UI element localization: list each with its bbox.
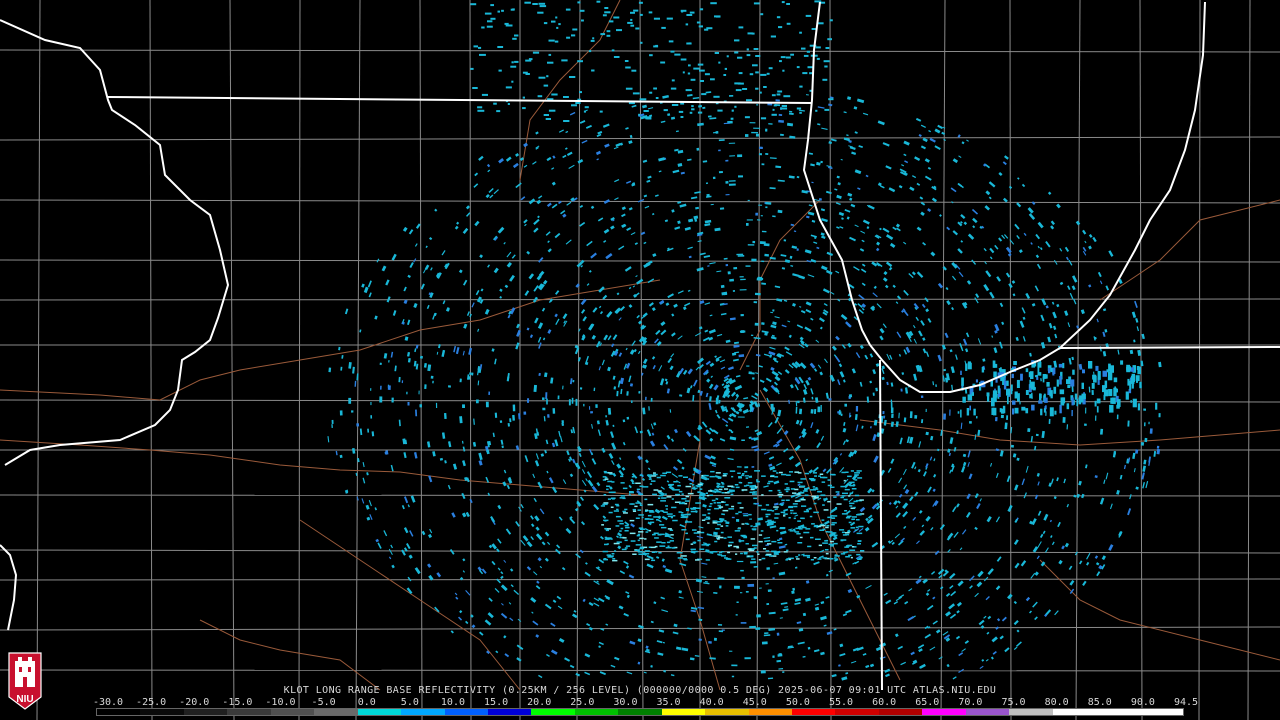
scale-label: 60.0 — [872, 697, 897, 708]
colorbar-swatch — [1096, 709, 1140, 715]
scale-labels: -30.0 -25.0 -20.0 -15.0 -10.0 -5.0 0.0 5.0 10.0 1… — [92, 697, 1199, 708]
scale-label: -20.0 — [179, 697, 210, 708]
scale-label: -30.0 — [92, 697, 124, 708]
scale-label: -5.0 — [311, 697, 336, 708]
colorbar-swatch — [531, 709, 575, 715]
scale-label: 85.0 — [1087, 697, 1112, 708]
scale-label: 20.0 — [527, 697, 552, 708]
colorbar-swatch — [401, 709, 445, 715]
scale-label: 30.0 — [613, 697, 638, 708]
scale-label: 5.0 — [400, 697, 419, 708]
colorbar-swatch — [314, 709, 358, 715]
colorbar-swatch — [792, 709, 836, 715]
scale-label: 45.0 — [742, 697, 767, 708]
colorbar-swatch — [1009, 709, 1053, 715]
colorbar-swatch — [270, 709, 315, 715]
scale-label: 25.0 — [570, 697, 595, 708]
scale-label: 50.0 — [785, 697, 810, 708]
colorbar-swatch — [748, 709, 792, 715]
colorbar-swatch — [922, 709, 966, 715]
colorbar-swatch — [97, 709, 141, 715]
radar-map — [0, 0, 1280, 720]
colorbar-swatch — [705, 709, 749, 715]
colorbar-swatch — [444, 709, 488, 715]
colorbar-swatch — [878, 709, 923, 715]
scale-label: -15.0 — [222, 697, 253, 708]
colorbar-swatch — [183, 709, 228, 715]
scale-label: 94.5 — [1173, 697, 1199, 708]
scale-label: 0.0 — [357, 697, 376, 708]
colorbar-swatch — [574, 709, 619, 715]
colorbar-swatch — [140, 709, 184, 715]
scale-label: 40.0 — [699, 697, 724, 708]
colorbar-swatch — [661, 709, 706, 715]
colorbar-swatch — [965, 709, 1010, 715]
colorbar-swatch — [487, 709, 532, 715]
reflectivity-colorbar — [96, 708, 1184, 716]
colorbar-swatch — [618, 709, 662, 715]
colorbar-swatch — [1052, 709, 1097, 715]
scale-label: 70.0 — [958, 697, 983, 708]
scale-label: 75.0 — [1001, 697, 1026, 708]
scale-label: 80.0 — [1044, 697, 1069, 708]
niu-logo: NIU — [8, 652, 42, 710]
colorbar-swatch — [835, 709, 879, 715]
colorbar-swatch — [227, 709, 271, 715]
scale-label: 90.0 — [1130, 697, 1155, 708]
colorbar-swatch — [1139, 709, 1183, 715]
scale-label: 15.0 — [484, 697, 509, 708]
scale-label: -10.0 — [265, 697, 296, 708]
scale-label: 10.0 — [440, 697, 465, 708]
scale-label: 35.0 — [656, 697, 681, 708]
scale-label: 65.0 — [915, 697, 940, 708]
scale-label: -25.0 — [136, 697, 167, 708]
scale-label: 55.0 — [828, 697, 854, 708]
colorbar-swatch — [357, 709, 402, 715]
